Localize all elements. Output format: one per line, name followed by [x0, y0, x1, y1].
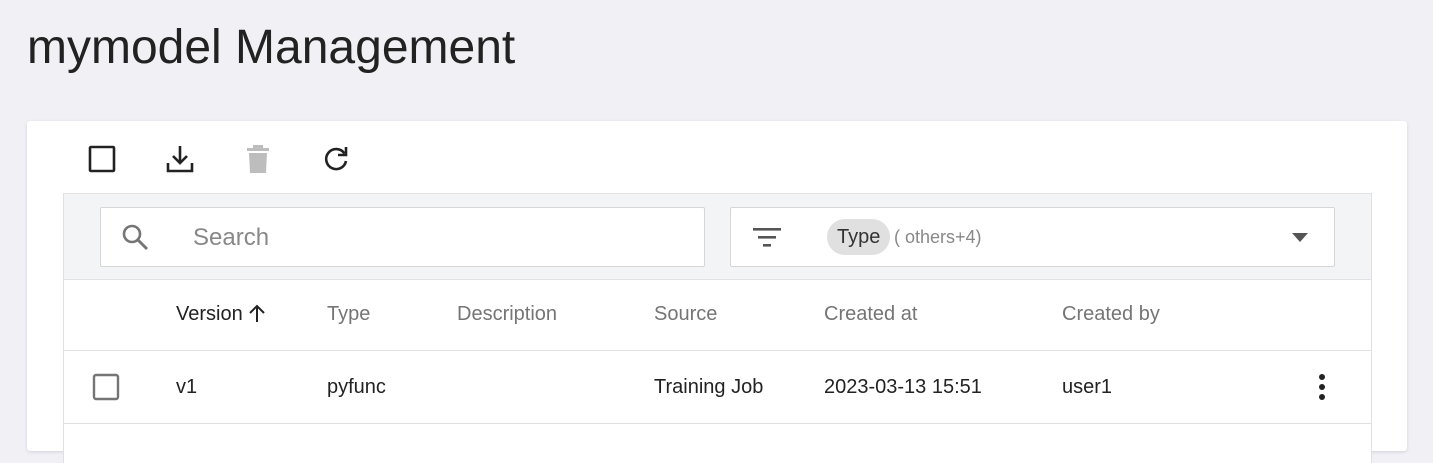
arrow-up-icon — [249, 304, 265, 322]
cell-version: v1 — [176, 376, 198, 398]
delete-button[interactable] — [238, 139, 278, 179]
download-icon — [166, 146, 194, 173]
checkbox-icon — [88, 145, 116, 173]
refresh-icon — [324, 147, 348, 171]
table-row[interactable]: v1 pyfunc Training Job 2023-03-13 15:51 … — [64, 351, 1371, 424]
select-all-checkbox[interactable] — [82, 139, 122, 179]
column-header-description[interactable]: Description — [457, 279, 557, 350]
trash-icon — [247, 145, 269, 173]
search-input[interactable] — [191, 208, 685, 268]
column-header-source[interactable]: Source — [654, 279, 717, 350]
search-box — [100, 207, 705, 268]
more-vert-icon — [1319, 374, 1325, 400]
caret-down-icon — [1292, 233, 1308, 242]
download-button[interactable] — [160, 139, 200, 179]
type-filter-others-count: ( others+4) — [894, 227, 982, 247]
page-title: mymodel Management — [27, 21, 516, 74]
column-header-version[interactable]: Version — [176, 279, 265, 350]
filter-icon — [753, 228, 781, 247]
cell-created-at: 2023-03-13 15:51 — [824, 376, 982, 398]
filter-bar: Type ( others+4) — [64, 193, 1371, 280]
cell-source: Training Job — [654, 376, 764, 398]
refresh-button[interactable] — [316, 139, 356, 179]
model-versions-card: Type ( others+4) Version Type Descriptio… — [27, 121, 1407, 463]
column-header-created-at[interactable]: Created at — [824, 279, 917, 350]
cell-created-by: user1 — [1062, 376, 1113, 398]
column-header-type[interactable]: Type — [327, 279, 370, 350]
column-header-created-by[interactable]: Created by — [1062, 279, 1160, 350]
search-icon — [122, 224, 149, 251]
row-checkbox[interactable] — [92, 373, 120, 401]
versions-table: Type ( others+4) Version Type Descriptio… — [63, 193, 1372, 463]
table-header-row: Version Type Description Source Created … — [64, 279, 1371, 351]
type-filter-chip[interactable]: Type — [827, 219, 891, 255]
cell-type: pyfunc — [327, 376, 386, 398]
row-actions-button[interactable] — [1306, 371, 1338, 403]
type-filter-select[interactable]: Type ( others+4) — [730, 207, 1335, 267]
